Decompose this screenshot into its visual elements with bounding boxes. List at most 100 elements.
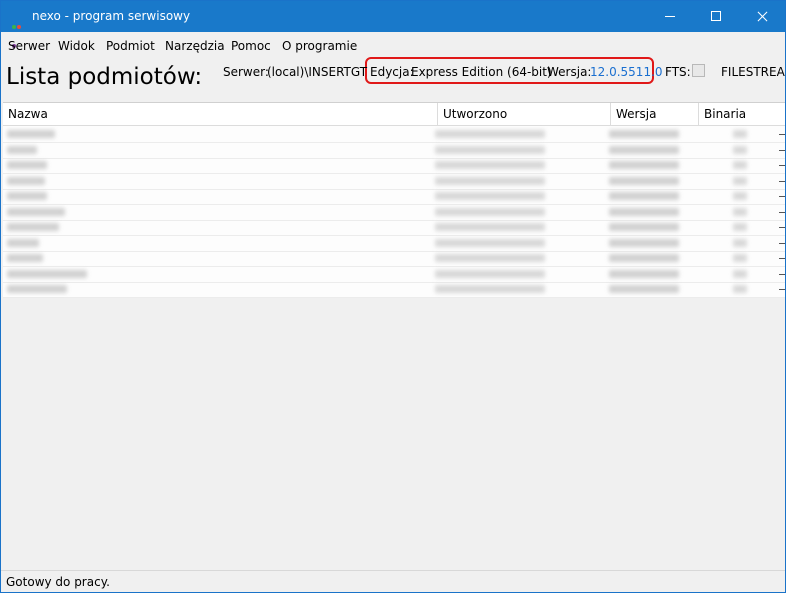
redacted-cell [609,269,679,278]
redacted-cell [435,192,545,200]
redacted-cell [435,130,545,138]
redacted-cell [7,254,43,262]
table-row[interactable] [3,219,785,236]
redacted-cell [733,223,747,231]
menu-pomoc[interactable]: Pomoc [231,39,271,53]
redacted-cell [609,238,679,247]
redacted-cell [7,223,59,231]
redacted-cell [435,161,545,169]
redacted-cell [435,238,545,247]
row-edge-marker [779,211,785,213]
redacted-cell [7,238,39,247]
redacted-cell [733,161,747,169]
redacted-cell [609,176,679,185]
redacted-cell [609,223,679,231]
table-row[interactable] [3,173,785,190]
redacted-cell [7,161,47,169]
edition-label: Edycja: [370,65,414,79]
menu-widok[interactable]: Widok [58,39,95,53]
redacted-cell [609,145,679,154]
redacted-cell [609,254,679,262]
redacted-cell [733,192,747,200]
row-edge-marker [779,149,785,151]
row-edge-marker [779,165,785,166]
redacted-cell [435,145,545,154]
window-title: nexo - program serwisowy [32,9,191,23]
table-row[interactable] [3,142,785,159]
redacted-cell [733,285,747,293]
redacted-cell [733,130,747,138]
column-header-binaria[interactable]: Binaria [704,107,746,121]
redacted-cell [7,285,67,293]
edition-value: Express Edition (64-bit) [411,65,552,79]
row-edge-marker [779,289,785,290]
column-divider[interactable] [698,103,699,125]
table-row[interactable] [3,126,785,143]
redacted-cell [7,130,55,138]
redacted-cell [733,238,747,247]
redacted-cell [435,285,545,293]
row-edge-marker [779,180,785,182]
row-edge-marker [779,196,785,197]
redacted-cell [733,269,747,278]
column-divider[interactable] [437,103,438,125]
redacted-cell [7,176,45,185]
redacted-cell [435,207,545,216]
entity-table: Nazwa Utworzono Wersja Binaria [3,102,785,569]
redacted-cell [733,254,747,262]
redacted-cell [7,145,37,154]
fts-label: FTS: [665,65,691,79]
column-divider[interactable] [610,103,611,125]
redacted-cell [609,207,679,216]
fts-checkbox[interactable] [692,64,705,77]
menu-o-programie[interactable]: O programie [282,39,357,53]
page-title: Lista podmiotów: [6,64,203,90]
redacted-cell [7,269,87,278]
version-label: Wersja: [547,65,592,79]
table-row[interactable] [3,204,785,221]
redacted-cell [435,176,545,185]
table-row[interactable] [3,250,785,267]
row-edge-marker [779,273,785,275]
redacted-cell [7,207,65,216]
row-edge-marker [779,134,785,135]
column-header-nazwa[interactable]: Nazwa [8,107,48,121]
redacted-cell [435,223,545,231]
filestream-label: FILESTREAM [721,65,785,79]
row-edge-marker [779,242,785,244]
row-edge-marker [779,227,785,228]
close-button[interactable] [739,1,785,32]
title-bar[interactable]: nexo - program serwisowy [1,1,785,48]
redacted-cell [7,192,47,200]
version-value[interactable]: 12.0.5511.0 [590,65,663,79]
status-bar: Gotowy do pracy. [1,570,785,592]
column-header-utworzono[interactable]: Utworzono [443,107,507,121]
table-row[interactable] [3,281,785,298]
menu-serwer[interactable]: Serwer [8,39,50,53]
redacted-cell [609,130,679,138]
maximize-button[interactable] [693,1,739,32]
table-row[interactable] [3,188,785,205]
table-header: Nazwa Utworzono Wersja Binaria [3,103,785,126]
redacted-cell [733,176,747,185]
table-row[interactable] [3,157,785,174]
table-row[interactable] [3,266,785,283]
minimize-button[interactable] [647,1,693,32]
column-header-wersja[interactable]: Wersja [616,107,656,121]
server-value: (local)\INSERTGT [267,65,368,79]
redacted-cell [609,161,679,169]
nexo-logo-icon [12,14,26,48]
menu-podmiot[interactable]: Podmiot [106,39,155,53]
redacted-cell [435,269,545,278]
redacted-cell [733,145,747,154]
redacted-cell [609,285,679,293]
app-window: nexo - program serwisowy Serwer Widok Po… [0,0,786,593]
table-row[interactable] [3,235,785,252]
menu-narzedzia[interactable]: Narzędzia [165,39,225,53]
server-label: Serwer: [223,65,269,79]
status-text: Gotowy do pracy. [6,575,110,589]
redacted-cell [609,192,679,200]
table-body [3,126,785,298]
redacted-cell [435,254,545,262]
redacted-cell [733,207,747,216]
